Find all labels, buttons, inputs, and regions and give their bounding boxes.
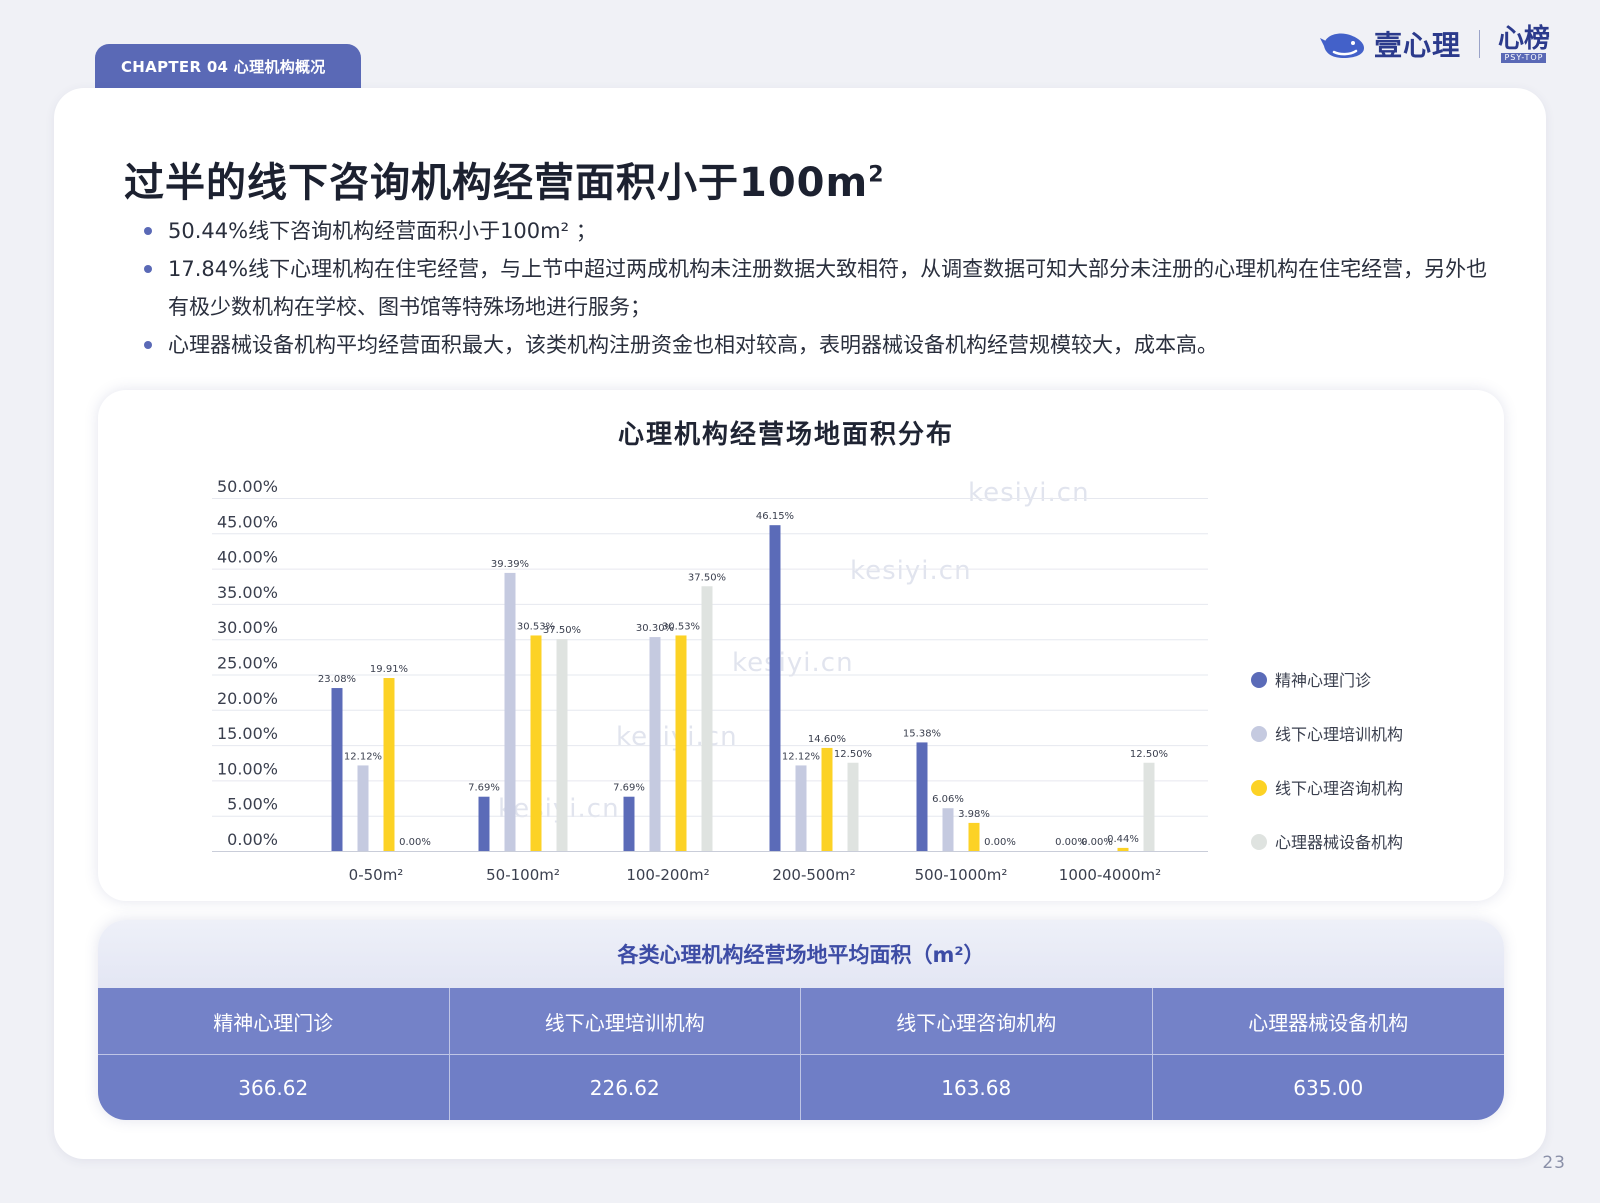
legend-marker: [1251, 780, 1267, 796]
data-label: 12.12%: [782, 751, 820, 762]
legend-label: 心理器械设备机构: [1275, 833, 1403, 852]
brand-name: 壹心理: [1373, 29, 1461, 62]
y-tick-label: 50.00%: [217, 477, 278, 496]
bar: [675, 635, 687, 851]
table-value-cell: 226.62: [449, 1055, 801, 1120]
bar: [916, 742, 928, 851]
chapter-tab: CHAPTER 04 心理机构概况: [95, 44, 361, 88]
data-label: 23.08%: [318, 674, 356, 685]
bar: [821, 747, 833, 851]
data-label: 12.12%: [344, 751, 382, 762]
y-tick-label: 20.00%: [217, 689, 278, 708]
bar: [331, 688, 343, 851]
brand-sub-name: 心榜: [1497, 24, 1550, 54]
data-label: 14.60%: [808, 734, 846, 745]
table-title-text: 各类心理机构经营场地平均面积（m²）: [617, 943, 985, 967]
table-value-cell: 366.62: [98, 1055, 450, 1120]
bar: [1143, 762, 1155, 851]
table-grid: 精神心理门诊 线下心理培训机构 线下心理咨询机构 心理器械设备机构 366.62…: [98, 988, 1504, 1120]
y-tick-label: 40.00%: [217, 548, 278, 567]
x-tick-label: 500-1000m²: [915, 866, 1008, 884]
data-label: 3.98%: [958, 809, 990, 820]
y-tick-label: 30.00%: [217, 618, 278, 637]
chart-card: kesiyi.cn kesiyi.cn kesiyi.cn kesiyi.cn …: [98, 390, 1504, 901]
brand-divider: [1478, 30, 1480, 58]
data-label: 0.00%: [399, 837, 431, 848]
x-tick-label: 200-500m²: [772, 866, 855, 884]
x-tick-label: 0-50m²: [349, 866, 404, 884]
table-value-cell: 635.00: [1152, 1055, 1504, 1120]
brand-sub-logo: 心榜 PSY-TOP: [1498, 25, 1550, 63]
legend-marker: [1251, 672, 1267, 688]
data-label: 7.69%: [613, 783, 645, 794]
table-header-cell: 线下心理咨询机构: [801, 988, 1153, 1055]
bullet-item: 50.44%线下咨询机构经营面积小于100m² ；: [144, 212, 1504, 250]
average-area-table: 各类心理机构经营场地平均面积（m²） 精神心理门诊 线下心理培训机构 线下心理咨…: [98, 920, 1504, 1120]
bar: [847, 762, 859, 851]
bullet-list: 50.44%线下咨询机构经营面积小于100m² ； 17.84%线下心理机构在住…: [144, 212, 1504, 364]
bar: [795, 765, 807, 851]
bar: [504, 572, 516, 851]
legend-label: 线下心理咨询机构: [1275, 779, 1403, 798]
page-number: 23: [1542, 1153, 1566, 1173]
bar: [942, 808, 954, 851]
y-tick-label: 5.00%: [227, 795, 278, 814]
bullet-item: 17.84%线下心理机构在住宅经营，与上节中超过两成机构未注册数据大致相符，从调…: [144, 250, 1504, 326]
y-tick-label: 45.00%: [217, 512, 278, 531]
bar: [1117, 847, 1129, 851]
page-title: 过半的线下咨询机构经营面积小于100m2: [124, 160, 885, 206]
y-tick-label: 0.00%: [227, 830, 278, 849]
bar: [769, 525, 781, 851]
data-label: 15.38%: [903, 728, 941, 739]
data-label: 46.15%: [756, 511, 794, 522]
bar: [623, 796, 635, 851]
legend-marker: [1251, 726, 1267, 742]
brand-logo: 壹心理: [1319, 24, 1461, 64]
legend-marker: [1251, 834, 1267, 850]
data-label: 12.50%: [1130, 749, 1168, 760]
x-tick-label: 100-200m²: [626, 866, 709, 884]
data-label: 37.50%: [688, 572, 726, 583]
content-card: 过半的线下咨询机构经营面积小于100m2 50.44%线下咨询机构经营面积小于1…: [54, 88, 1546, 1159]
legend-label: 精神心理门诊: [1275, 671, 1371, 690]
table-title: 各类心理机构经营场地平均面积（m²）: [98, 920, 1504, 988]
data-label: 0.44%: [1107, 834, 1139, 845]
brand-header: 壹心理 心榜 PSY-TOP: [1319, 22, 1550, 66]
chapter-label: CHAPTER 04 心理机构概况: [121, 57, 326, 76]
y-tick-label: 35.00%: [217, 583, 278, 602]
bar: [478, 796, 490, 851]
bullet-item: 心理器械设备机构平均经营面积最大，该类机构注册资金也相对较高，表明器械设备机构经…: [144, 326, 1504, 364]
y-tick-label: 25.00%: [217, 654, 278, 673]
bar: [357, 765, 369, 851]
table-value-cell: 163.68: [801, 1055, 1153, 1120]
x-tick-label: 1000-4000m²: [1059, 866, 1161, 884]
data-label: 39.39%: [491, 559, 529, 570]
bar: [968, 822, 980, 851]
bar: [383, 678, 395, 851]
data-label: 37.50%: [543, 625, 581, 636]
bar: [649, 637, 661, 851]
bar-chart: 心理机构经营场地面积分布 0.00% 5.00% 10.00% 15.00% 20.00%…: [212, 419, 1403, 884]
y-tick-label: 15.00%: [217, 724, 278, 743]
bar: [556, 639, 568, 851]
bar: [701, 586, 713, 851]
data-label: 19.91%: [370, 664, 408, 675]
chart-title: 心理机构经营场地面积分布: [618, 419, 954, 450]
whale-icon: [1319, 33, 1364, 58]
data-label: 0.00%: [984, 837, 1016, 848]
y-tick-label: 10.00%: [217, 759, 278, 778]
table-header-cell: 线下心理培训机构: [449, 988, 801, 1055]
bar: [530, 635, 542, 851]
data-label: 30.53%: [662, 621, 700, 632]
x-tick-label: 50-100m²: [486, 866, 560, 884]
legend-label: 线下心理培训机构: [1275, 725, 1403, 744]
data-label: 7.69%: [468, 783, 500, 794]
table-header-cell: 心理器械设备机构: [1152, 988, 1504, 1055]
data-label: 12.50%: [834, 749, 872, 760]
brand-sub-tag: PSY-TOP: [1501, 53, 1547, 63]
table-header-cell: 精神心理门诊: [98, 988, 450, 1055]
data-label: 6.06%: [932, 794, 964, 805]
